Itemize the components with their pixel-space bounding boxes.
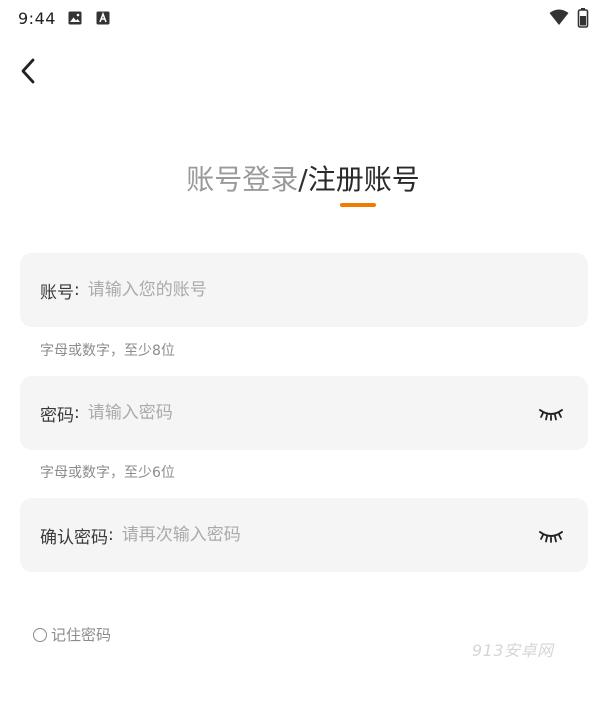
- password-hint: 字母或数字，至少6位: [40, 465, 175, 481]
- eye-closed-icon[interactable]: [538, 525, 564, 545]
- remember-radio[interactable]: [33, 627, 47, 642]
- tab-login[interactable]: 账号登录: [186, 163, 298, 196]
- account-hint: 字母或数字，至少8位: [40, 343, 175, 359]
- register-page: 9:44 账号登录/注册账号 账号 : 字母或数字: [0, 0, 606, 720]
- status-bar: 9:44: [0, 0, 606, 36]
- battery-icon: [577, 8, 589, 28]
- eye-closed-icon[interactable]: [538, 403, 564, 423]
- account-input[interactable]: [87, 280, 448, 300]
- active-tab-indicator: [340, 203, 376, 207]
- password-label: 密码: [40, 405, 74, 426]
- watermark: 913安卓网: [472, 641, 554, 660]
- tab-register[interactable]: 注册账号: [308, 163, 420, 196]
- notification-a-icon: [96, 11, 110, 25]
- remember-password-toggle[interactable]: 记住密码: [33, 624, 111, 645]
- wifi-icon: [549, 9, 569, 25]
- status-time: 9:44: [18, 9, 56, 28]
- confirm-password-field[interactable]: 确认密码 :: [20, 498, 588, 572]
- password-label-colon: :: [74, 403, 80, 423]
- account-label: 账号: [40, 282, 74, 303]
- confirm-password-label-colon: :: [108, 525, 114, 545]
- gallery-icon: [68, 11, 82, 25]
- back-button[interactable]: [12, 54, 44, 88]
- auth-tabs: 账号登录/注册账号: [0, 160, 606, 200]
- tab-separator: /: [298, 163, 308, 196]
- back-arrow-icon: [21, 58, 35, 84]
- password-input[interactable]: [87, 403, 448, 423]
- account-field[interactable]: 账号 :: [20, 253, 588, 327]
- password-field[interactable]: 密码 :: [20, 376, 588, 450]
- confirm-password-label: 确认密码: [40, 527, 108, 548]
- account-label-colon: :: [74, 280, 80, 300]
- remember-password-label: 记住密码: [51, 626, 112, 644]
- confirm-password-input[interactable]: [121, 525, 482, 545]
